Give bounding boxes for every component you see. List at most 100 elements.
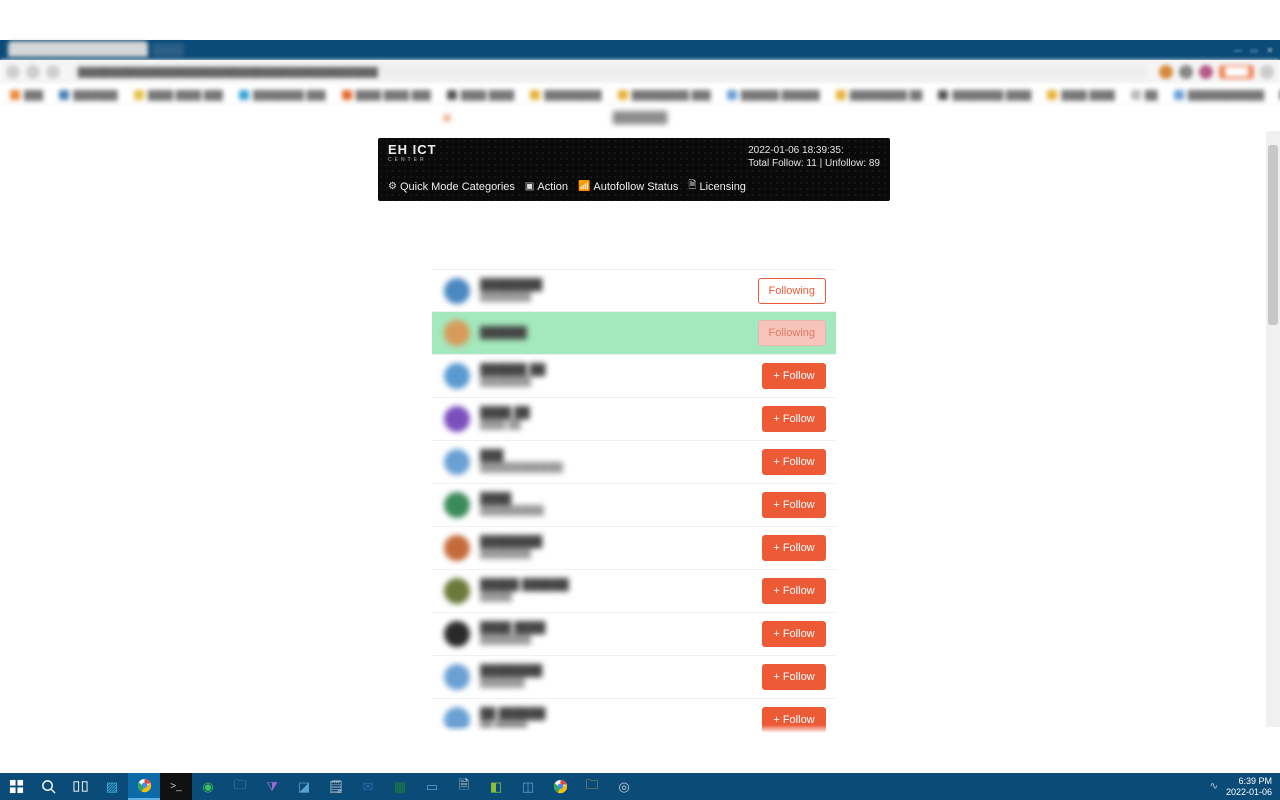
- forward-icon[interactable]: [26, 65, 40, 79]
- avatar[interactable]: [444, 707, 470, 733]
- taskbar-app[interactable]: ◧: [480, 773, 512, 800]
- user-info[interactable]: ██ ████████ █████: [444, 707, 545, 733]
- bookmark-item[interactable]: ████ ████: [447, 90, 515, 100]
- follow-button[interactable]: + Follow: [762, 449, 826, 475]
- avatar[interactable]: [444, 535, 470, 561]
- taskbar-app[interactable]: ▨: [96, 773, 128, 800]
- address-bar[interactable]: ████████████████████████████████████████…: [72, 64, 1147, 80]
- avatar[interactable]: [444, 621, 470, 647]
- follow-button[interactable]: + Follow: [762, 492, 826, 518]
- back-icon[interactable]: [6, 65, 20, 79]
- avatar[interactable]: [444, 406, 470, 432]
- user-info[interactable]: ██████ ██████████: [444, 363, 545, 389]
- follow-button[interactable]: + Follow: [762, 535, 826, 561]
- taskbar-chrome-2[interactable]: [544, 773, 576, 800]
- avatar[interactable]: [444, 492, 470, 518]
- taskbar-app[interactable]: ◫: [512, 773, 544, 800]
- tray-icon[interactable]: ∿: [1210, 781, 1218, 792]
- bookmark-favicon: [1174, 90, 1184, 100]
- user-row: ████ ██████ ██ + Follow: [432, 398, 836, 441]
- user-info[interactable]: █████ ███████████: [444, 578, 569, 604]
- user-name: ██████ ██: [480, 365, 545, 376]
- user-info[interactable]: ████████████████: [444, 449, 563, 475]
- taskbar-notepad[interactable]: 🗎: [448, 773, 480, 800]
- menu-action[interactable]: ▣ Action: [525, 181, 568, 193]
- browser-tab[interactable]: [8, 41, 148, 57]
- avatar[interactable]: [444, 664, 470, 690]
- bookmark-item[interactable]: ████ ████ ███: [134, 90, 223, 100]
- menu-icon[interactable]: [1260, 65, 1274, 79]
- follow-button[interactable]: + Follow: [762, 707, 826, 733]
- taskbar-app[interactable]: ◪: [288, 773, 320, 800]
- taskbar-terminal[interactable]: >_: [160, 773, 192, 800]
- taskbar-outlook[interactable]: ✉: [352, 773, 384, 800]
- user-info[interactable]: ██████: [444, 320, 527, 346]
- user-info[interactable]: ███████████████: [444, 664, 542, 690]
- update-badge[interactable]: ████: [1219, 65, 1254, 79]
- menu-licensing[interactable]: 🗎 Licensing: [688, 178, 746, 195]
- avatar[interactable]: [444, 320, 470, 346]
- taskbar-visualstudio[interactable]: ⧩: [256, 773, 288, 800]
- follow-button[interactable]: + Follow: [762, 363, 826, 389]
- following-button[interactable]: Following: [758, 320, 826, 346]
- start-button[interactable]: [0, 773, 32, 800]
- user-row: █████ ███████████ + Follow: [432, 570, 836, 613]
- follow-button[interactable]: + Follow: [762, 664, 826, 690]
- taskbar-obs[interactable]: ◎: [608, 773, 640, 800]
- browser-toolbar: ████████████████████████████████████████…: [0, 60, 1280, 84]
- page-scrollbar-track[interactable]: [1266, 131, 1280, 727]
- avatar[interactable]: [444, 363, 470, 389]
- extension-icon[interactable]: [1179, 65, 1193, 79]
- menu-autofollow-status[interactable]: 📶 Autofollow Status: [578, 181, 678, 193]
- window-minimize-button[interactable]: —: [1230, 43, 1246, 57]
- taskbar-app[interactable]: ▭: [416, 773, 448, 800]
- follow-button[interactable]: + Follow: [762, 406, 826, 432]
- follow-button[interactable]: + Follow: [762, 578, 826, 604]
- user-name: ████: [480, 494, 544, 505]
- follow-button[interactable]: + Follow: [762, 621, 826, 647]
- bookmark-item[interactable]: █████████ ██: [836, 90, 923, 100]
- avatar[interactable]: [444, 278, 470, 304]
- browser-new-tab[interactable]: [152, 43, 184, 57]
- user-info[interactable]: ████████████████: [444, 535, 542, 561]
- taskbar-left: ▨ >_ ◉ 🗀 ⧩ ◪ 🗒 ✉ ▦ ▭ 🗎 ◧ ◫ 🗀 ◎: [0, 773, 640, 800]
- bookmark-item[interactable]: ████ ████: [1047, 90, 1115, 100]
- window-maximize-button[interactable]: ▭: [1246, 43, 1262, 57]
- bookmark-label: █████████: [544, 90, 601, 100]
- bookmark-item[interactable]: ███████: [59, 90, 118, 100]
- taskbar-folder[interactable]: 🗀: [576, 773, 608, 800]
- taskbar-excel[interactable]: ▦: [384, 773, 416, 800]
- bookmark-item[interactable]: ████ ████ ███: [342, 90, 431, 100]
- bookmark-item[interactable]: ████████████: [1174, 90, 1265, 100]
- user-info[interactable]: ████ ████████████: [444, 621, 545, 647]
- reload-icon[interactable]: [46, 65, 60, 79]
- bookmark-item[interactable]: █████████ ███: [618, 90, 711, 100]
- extension-status-time: 2022-01-06 18:39:35:: [748, 144, 880, 157]
- user-name: ████ ██: [480, 408, 530, 419]
- bookmark-item[interactable]: ███: [10, 90, 43, 100]
- bookmark-item[interactable]: ████████ ███: [239, 90, 326, 100]
- bookmark-item[interactable]: ████████ ████: [938, 90, 1031, 100]
- taskbar-app[interactable]: ◉: [192, 773, 224, 800]
- user-info[interactable]: ████████████████: [444, 278, 542, 304]
- avatar[interactable]: [444, 449, 470, 475]
- user-info[interactable]: ██████████████: [444, 492, 544, 518]
- page-scrollbar-thumb[interactable]: [1268, 145, 1278, 325]
- user-row: ██████████████ + Follow: [432, 484, 836, 527]
- task-view-icon[interactable]: [64, 773, 96, 800]
- following-button[interactable]: Following: [758, 278, 826, 304]
- bookmark-item[interactable]: ██████ ██████: [727, 90, 820, 100]
- taskbar-notes[interactable]: 🗒: [320, 773, 352, 800]
- bookmark-item[interactable]: ██: [1131, 90, 1158, 100]
- extension-icon[interactable]: [1159, 65, 1173, 79]
- bookmark-item[interactable]: █████████: [530, 90, 601, 100]
- profile-icon[interactable]: [1199, 65, 1213, 79]
- taskbar-explorer[interactable]: 🗀: [224, 773, 256, 800]
- search-icon[interactable]: [32, 773, 64, 800]
- menu-quick-mode-categories[interactable]: ⚙ Quick Mode Categories: [388, 181, 515, 193]
- taskbar-chrome[interactable]: [128, 773, 160, 800]
- avatar[interactable]: [444, 578, 470, 604]
- user-info[interactable]: ████ ██████ ██: [444, 406, 530, 432]
- window-close-button[interactable]: ✕: [1262, 43, 1278, 57]
- taskbar-clock[interactable]: 6:39 PM 2022-01-06: [1226, 776, 1272, 798]
